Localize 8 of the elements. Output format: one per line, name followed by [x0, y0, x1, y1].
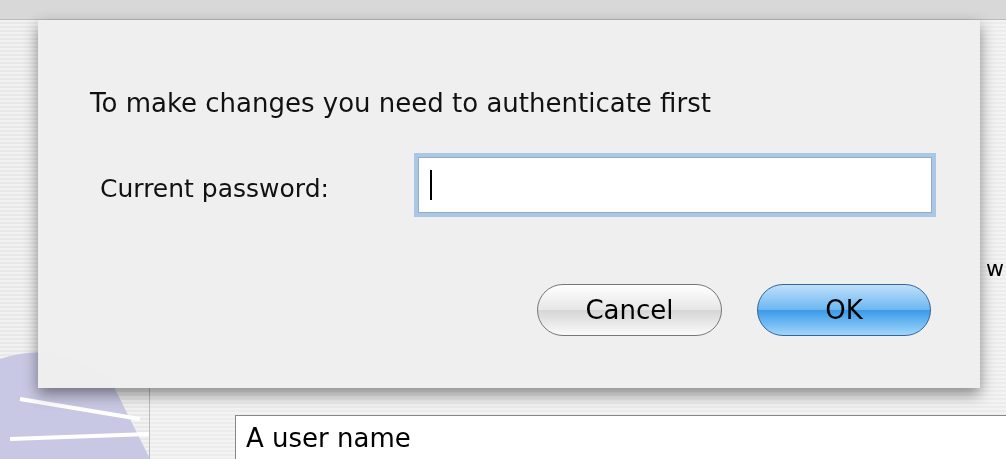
- user-name-field[interactable]: A user name: [235, 415, 1006, 459]
- message-text: To make changes you need to authenticate first: [90, 87, 711, 120]
- text-cursor-icon: [430, 170, 432, 200]
- password-field[interactable]: [418, 157, 932, 213]
- dialog-button[interactable]: OK: [757, 284, 931, 336]
- dialog-button[interactable]: Cancel: [537, 284, 722, 336]
- password-label: Current password:: [100, 173, 329, 205]
- cut-text: w: [986, 255, 1004, 283]
